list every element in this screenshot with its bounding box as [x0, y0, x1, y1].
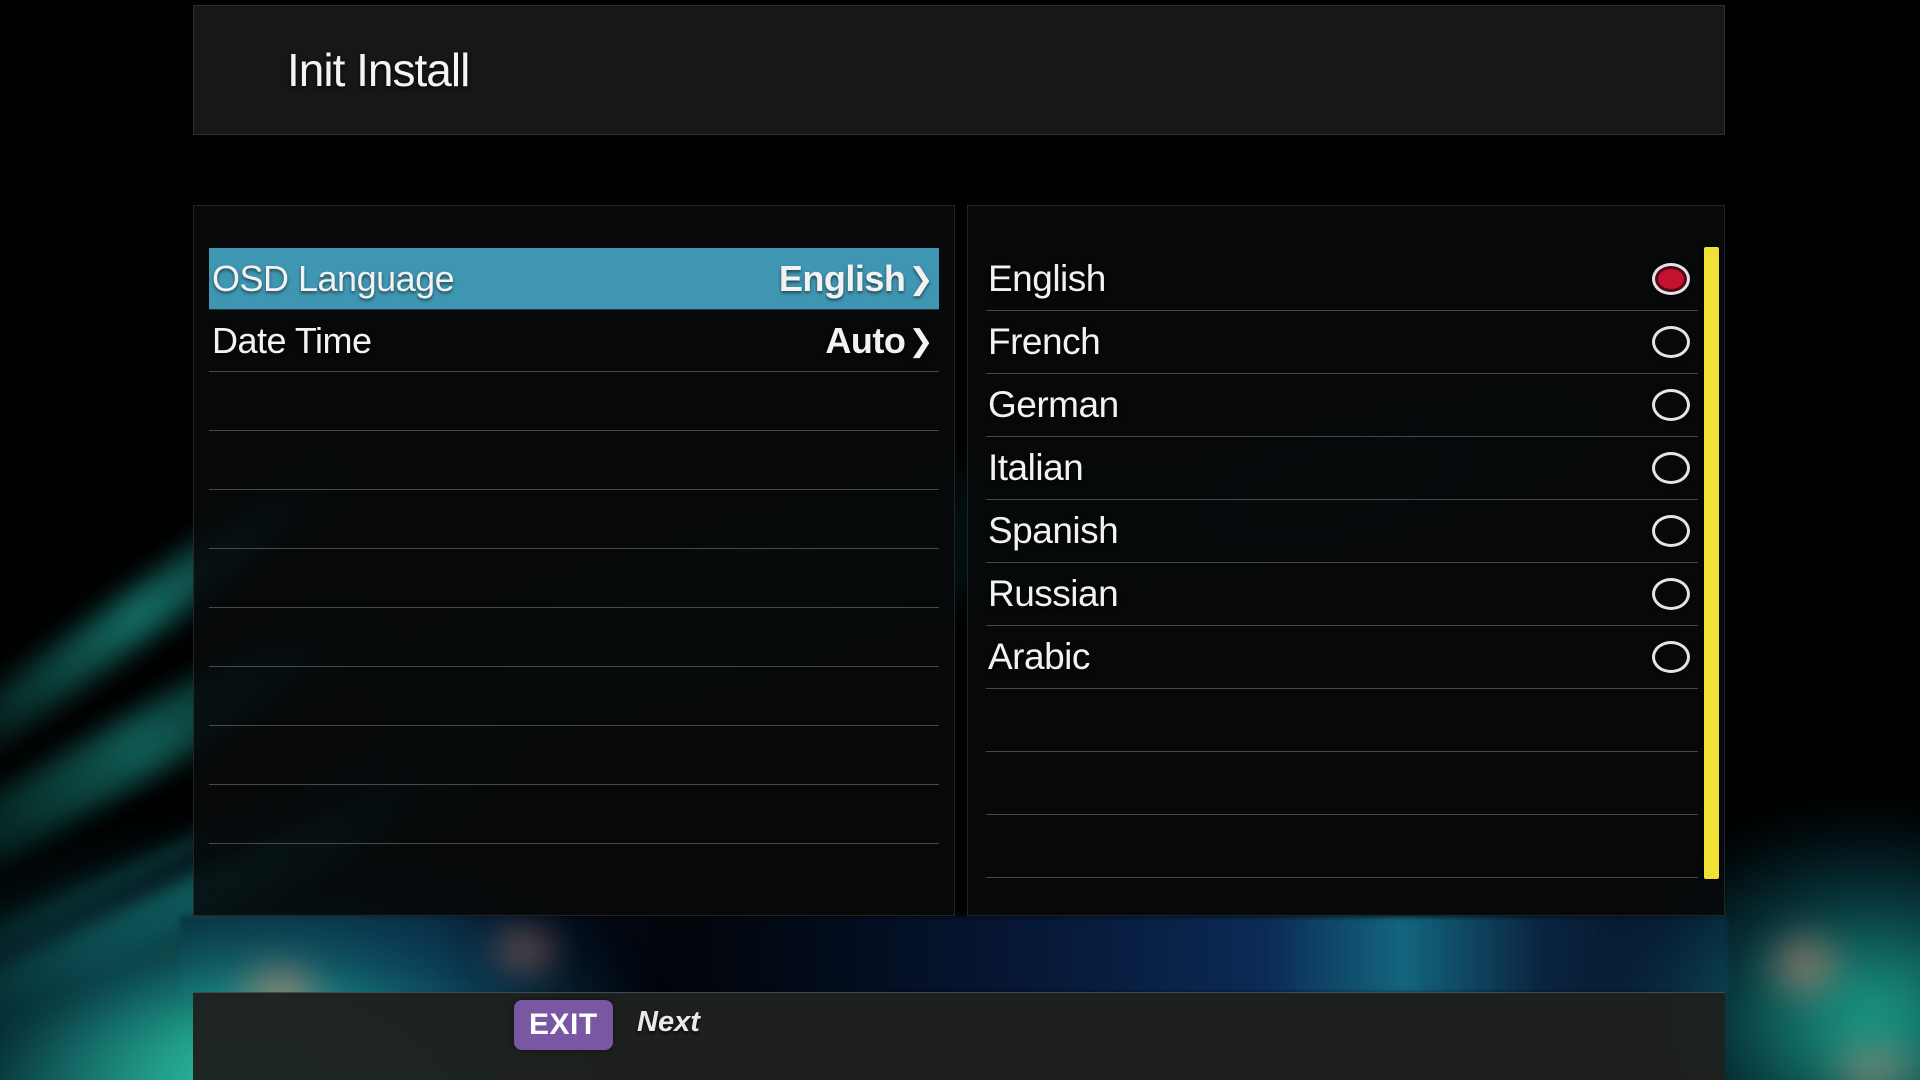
exit-button[interactable]: EXIT	[514, 1000, 613, 1050]
language-option-french[interactable]: French	[986, 311, 1698, 374]
radio-button-icon	[1652, 263, 1690, 295]
language-empty-row	[986, 689, 1698, 752]
language-option-label: Spanish	[988, 510, 1118, 552]
menu-empty-row	[209, 726, 939, 785]
language-option-spanish[interactable]: Spanish	[986, 500, 1698, 563]
settings-panel: OSD Language English❯ Date Time Auto❯	[193, 205, 955, 916]
radio-button-icon	[1652, 452, 1690, 484]
header-panel: Init Install	[193, 5, 1725, 135]
chevron-right-icon: ❯	[908, 324, 933, 359]
language-option-label: Italian	[988, 447, 1083, 489]
radio-button-icon	[1652, 641, 1690, 673]
background-warm-spot	[480, 915, 570, 985]
language-option-english[interactable]: English	[986, 248, 1698, 311]
menu-empty-row	[209, 490, 939, 549]
next-hint-label[interactable]: Next	[637, 1006, 700, 1039]
language-option-german[interactable]: German	[986, 374, 1698, 437]
page-title: Init Install	[194, 43, 469, 97]
scrollbar[interactable]	[1704, 247, 1719, 879]
menu-empty-row	[209, 667, 939, 726]
background-warm-spot	[1815, 1030, 1920, 1080]
menu-item-label: OSD Language	[212, 258, 454, 300]
background-warm-spot	[1755, 920, 1855, 1010]
menu-item-osd-language[interactable]: OSD Language English❯	[209, 248, 939, 310]
background-blue-band	[180, 916, 1728, 994]
menu-empty-row	[209, 372, 939, 431]
menu-item-value-text: Auto	[825, 320, 905, 362]
menu-empty-row	[209, 549, 939, 608]
language-list: English French German Italian Spanish Russian…	[986, 248, 1698, 878]
language-empty-row	[986, 815, 1698, 878]
language-option-arabic[interactable]: Arabic	[986, 626, 1698, 689]
menu-empty-row	[209, 785, 939, 844]
menu-empty-row	[209, 608, 939, 667]
menu-item-value: English❯	[779, 258, 933, 300]
radio-button-icon	[1652, 578, 1690, 610]
chevron-right-icon: ❯	[908, 262, 933, 297]
language-option-label: Arabic	[988, 636, 1090, 678]
radio-button-icon	[1652, 326, 1690, 358]
radio-button-icon	[1652, 515, 1690, 547]
radio-button-icon	[1652, 389, 1690, 421]
menu-empty-row	[209, 431, 939, 490]
language-option-italian[interactable]: Italian	[986, 437, 1698, 500]
menu-item-date-time[interactable]: Date Time Auto❯	[209, 310, 939, 372]
settings-menu: OSD Language English❯ Date Time Auto❯	[209, 248, 939, 844]
language-panel: English French German Italian Spanish Russian…	[967, 205, 1725, 916]
language-option-label: German	[988, 384, 1119, 426]
init-install-screen: Init Install OSD LanguageEnglish❯Date Ti…	[0, 0, 1920, 1080]
language-option-label: Russian	[988, 573, 1118, 615]
menu-item-label: Date Time	[212, 320, 372, 362]
language-option-label: English	[988, 258, 1106, 300]
language-option-russian[interactable]: Russian	[986, 563, 1698, 626]
language-empty-row	[986, 752, 1698, 815]
menu-item-value-text: English	[779, 258, 906, 300]
footer-bar: EXIT Next	[193, 992, 1725, 1080]
language-option-label: French	[988, 321, 1100, 363]
menu-item-value: Auto❯	[825, 320, 933, 362]
